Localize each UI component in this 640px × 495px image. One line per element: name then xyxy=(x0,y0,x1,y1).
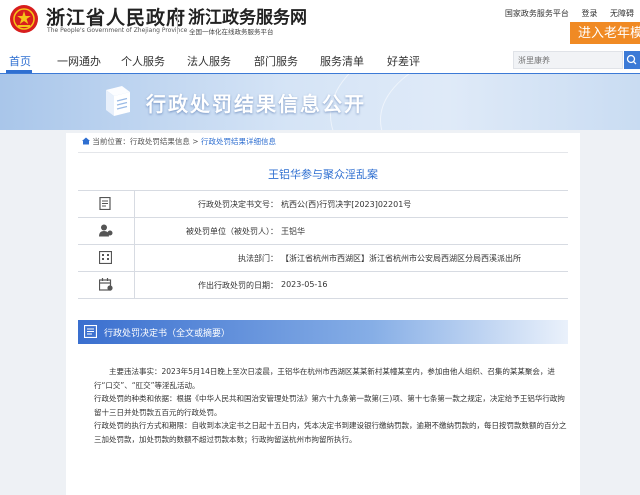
link-accessibility[interactable]: 无障碍 xyxy=(610,9,634,18)
page-banner: 行政处罚结果信息公开 xyxy=(0,74,640,130)
field-value-decision-date: 2023-05-16 xyxy=(281,280,328,289)
nav-active-indicator xyxy=(6,70,32,73)
link-national-platform[interactable]: 国家政务服务平台 xyxy=(505,9,569,18)
divider xyxy=(78,152,568,153)
site-header: 浙江省人民政府 The People's Government of Zheji… xyxy=(0,0,640,46)
nav-item-legal-entity[interactable]: 法人服务 xyxy=(187,53,231,69)
gov-english-name: The People's Government of Zhejiang Prov… xyxy=(47,27,188,34)
elder-mode-button[interactable]: 进入老年模式 xyxy=(570,22,640,46)
service-slogan: 全国一体化在线政务服务平台 xyxy=(189,28,274,36)
book-icon xyxy=(106,86,130,116)
link-login[interactable]: 登录 xyxy=(581,9,597,18)
field-label: 被处罚单位（被处罚人）： xyxy=(186,227,278,236)
field-label: 行政处罚决定书文号： xyxy=(198,200,278,209)
field-label: 执法部门： xyxy=(238,254,278,263)
banner-title: 行政处罚结果信息公开 xyxy=(146,92,366,116)
case-title: 王铝华参与聚众淫乱案 xyxy=(268,168,378,181)
breadcrumb-prefix: 当前位置： xyxy=(92,137,130,146)
section-header: 行政处罚决定书（全文或摘要） xyxy=(78,320,568,344)
detail-panel: 当前位置：行政处罚结果信息 > 行政处罚结果详细信息 王铝华参与聚众淫乱案 行政… xyxy=(66,133,580,495)
field-label: 作出行政处罚的日期： xyxy=(198,281,278,290)
search-button[interactable] xyxy=(624,51,640,69)
nav-item-home[interactable]: 首页 xyxy=(9,53,31,69)
info-row-penalized-party: 被处罚单位（被处罚人）： 王铝华 xyxy=(78,218,568,245)
nav-item-service-list[interactable]: 服务清单 xyxy=(320,53,364,69)
person-icon xyxy=(99,224,113,237)
service-name[interactable]: 浙江政务服务网 xyxy=(188,3,307,28)
document-icon xyxy=(84,325,97,338)
gov-name[interactable]: 浙江省人民政府 xyxy=(46,3,186,30)
home-icon xyxy=(82,137,90,145)
decision-text: 主要违法事实：2023年5月14日晚上至次日凌晨，王铝华在杭州市西湖区某某新村某… xyxy=(94,365,568,446)
building-icon xyxy=(99,251,112,264)
nav-item-personal[interactable]: 个人服务 xyxy=(121,53,165,69)
info-row-enforcement-dept: 执法部门： 【浙江省杭州市西湖区】浙江省杭州市公安局西湖区分局西溪派出所 xyxy=(78,245,568,272)
case-info-table: 行政处罚决定书文号： 杭西公(西)行罚决字[2023]02201号 被处罚单位（… xyxy=(78,190,568,299)
paragraph-penalty-basis: 行政处罚的种类和依据：根据《中华人民共和国治安管理处罚法》第六十九条第一款第(三… xyxy=(94,394,565,417)
search-input[interactable] xyxy=(513,51,623,69)
field-value-penalized-party: 王铝华 xyxy=(281,227,305,236)
paragraph-execution: 行政处罚的执行方式和期限：自收到本决定书之日起十五日内，凭本决定书到建设银行缴纳… xyxy=(94,421,567,444)
header-divider xyxy=(177,8,178,34)
nav-item-review[interactable]: 好差评 xyxy=(387,53,420,69)
search-icon xyxy=(626,54,637,65)
field-value-enforcement-dept: 【浙江省杭州市西湖区】浙江省杭州市公安局西湖区分局西溪派出所 xyxy=(281,254,521,263)
breadcrumb: 当前位置：行政处罚结果信息 > 行政处罚结果详细信息 xyxy=(82,136,276,147)
document-icon xyxy=(99,197,111,210)
banner-decoration xyxy=(380,74,640,130)
breadcrumb-item-results[interactable]: 行政处罚结果信息 xyxy=(130,137,190,146)
breadcrumb-item-current: 行政处罚结果详细信息 xyxy=(200,137,276,146)
top-links: 国家政务服务平台 登录 无障碍 xyxy=(495,8,634,19)
national-emblem-icon xyxy=(10,5,38,33)
info-row-decision-date: 作出行政处罚的日期： 2023-05-16 xyxy=(78,272,568,299)
nav-item-one-network[interactable]: 一网通办 xyxy=(57,53,101,69)
nav-item-department[interactable]: 部门服务 xyxy=(254,53,298,69)
info-row-decision-number: 行政处罚决定书文号： 杭西公(西)行罚决字[2023]02201号 xyxy=(78,191,568,218)
paragraph-facts: 主要违法事实：2023年5月14日晚上至次日凌晨，王铝华在杭州市西湖区某某新村某… xyxy=(94,367,555,390)
breadcrumb-separator: > xyxy=(189,137,201,146)
calendar-icon xyxy=(99,278,113,291)
section-title: 行政处罚决定书（全文或摘要） xyxy=(104,329,231,339)
field-value-decision-number: 杭西公(西)行罚决字[2023]02201号 xyxy=(281,200,412,209)
